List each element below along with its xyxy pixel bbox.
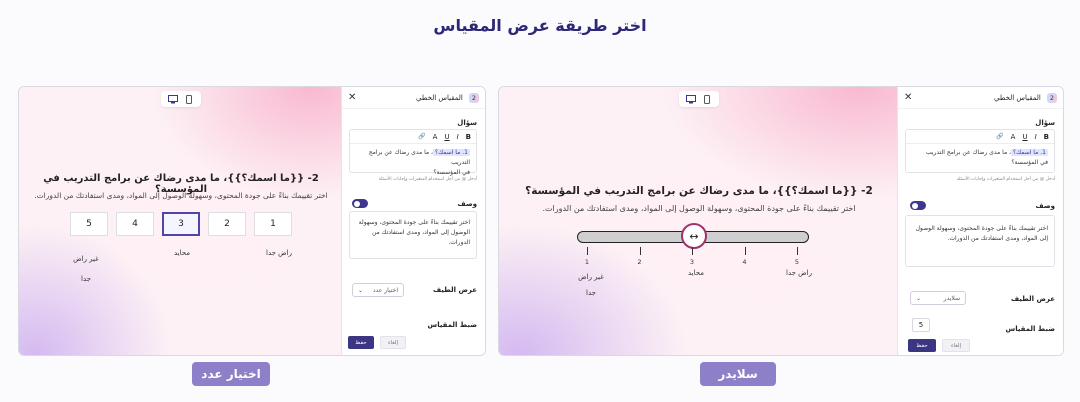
slider-tick <box>797 247 798 255</box>
slider-tick <box>587 247 588 255</box>
desktop-icon[interactable] <box>685 93 697 105</box>
number-options: 1 2 3 4 5 <box>19 212 343 236</box>
editor-content: 1. ما اسمك؟، ما مدى رضاك عن برامج التدري… <box>925 149 1048 166</box>
slider-tick-label: 3 <box>689 258 695 266</box>
panel-title: المقياس الخطي <box>994 93 1041 102</box>
question-label: سؤال <box>1035 119 1055 127</box>
label-high: راض جدا <box>266 249 292 257</box>
save-button[interactable]: حفظ <box>908 339 936 352</box>
question-text: 2- {{ما اسمك؟}}، ما مدى رضاك عن برامج ال… <box>525 185 873 197</box>
save-button[interactable]: حفظ <box>348 336 374 349</box>
cancel-button[interactable]: إلغاء <box>942 339 970 352</box>
double-arrow-icon: ↔ <box>689 229 699 243</box>
preview-area: 2- {{ما اسمك؟}}، ما مدى رضاك عن برامج ال… <box>499 87 899 355</box>
number-option-4[interactable]: 4 <box>116 212 154 236</box>
description-label: وصف <box>1035 202 1055 210</box>
label-mid: محايد <box>173 249 191 257</box>
slider-tick <box>639 247 641 255</box>
underline-icon[interactable]: U <box>444 133 449 141</box>
chevron-down-icon: ⌄ <box>916 294 922 302</box>
caption-slider: سلايدر <box>700 362 776 386</box>
description-editor[interactable]: اختر تقييمك بناءً على جودة المحتوى، وسهو… <box>349 211 477 259</box>
italic-icon[interactable]: I <box>1035 133 1037 141</box>
desktop-icon[interactable] <box>167 93 179 105</box>
description-toggle[interactable] <box>352 199 368 208</box>
description-text: اختر تقييمك بناءً على جودة المحتوى، وسهو… <box>915 225 1048 242</box>
link-icon[interactable]: 🔗 <box>996 133 1003 140</box>
range-label: عرض الطيف <box>432 286 477 294</box>
mobile-icon[interactable] <box>183 93 195 105</box>
number-option-2[interactable]: 2 <box>208 212 246 236</box>
page-title: اختر طريقة عرض المقياس <box>433 16 647 35</box>
editor-hint: أدخل @ من أجل استخدام المتغيرات وإجابات … <box>378 177 477 182</box>
bold-icon[interactable]: B <box>1044 133 1049 141</box>
label-high: راض جدا <box>786 269 812 277</box>
panel-title: المقياس الخطي <box>416 93 463 102</box>
settings-panel: 2 المقياس الخطي ✕ سؤال B I U A 🔗 1. ما ا… <box>897 87 1063 355</box>
question-number-badge: 2 <box>468 92 479 103</box>
slider-tick-label: 4 <box>742 258 747 266</box>
device-toggle <box>161 91 201 107</box>
variable-chip[interactable]: 1. ما اسمك؟ <box>433 149 470 156</box>
link-icon[interactable]: 🔗 <box>418 133 425 140</box>
number-choice-card: 2- {{ما اسمك؟}}، ما مدى رضاك عن برامج ال… <box>18 86 486 356</box>
slider-tick <box>692 247 693 255</box>
question-label: سؤال <box>457 119 477 127</box>
font-size-icon[interactable]: A <box>433 133 438 141</box>
scale-settings-label: ضبط المقياس <box>1005 325 1055 333</box>
cancel-button[interactable]: إلغاء <box>380 336 406 349</box>
italic-icon[interactable]: I <box>457 133 459 141</box>
description-toggle[interactable] <box>910 201 926 210</box>
slider-tick-label: 1 <box>584 258 590 266</box>
slider-tick-label: 5 <box>794 258 800 266</box>
editor-toolbar: B I U A 🔗 <box>350 130 476 144</box>
slider-tick-label: 2 <box>637 258 642 266</box>
label-mid: محايد <box>687 269 705 277</box>
variable-chip[interactable]: 1. ما اسمك؟ <box>1011 149 1048 156</box>
question-number-badge: 2 <box>1046 92 1057 103</box>
question-editor[interactable]: B I U A 🔗 1. ما اسمك؟، ما مدى رضاك عن بر… <box>905 129 1055 173</box>
underline-icon[interactable]: U <box>1022 133 1027 141</box>
preview-area: 2- {{ما اسمك؟}}، ما مدى رضاك عن برامج ال… <box>19 87 343 355</box>
settings-panel: 2 المقياس الخطي ✕ سؤال B I U A 🔗 1. ما ا… <box>341 87 485 355</box>
scale-settings-label: ضبط المقياس <box>427 321 477 329</box>
font-size-icon[interactable]: A <box>1011 133 1016 141</box>
mobile-icon[interactable] <box>701 93 713 105</box>
range-select[interactable]: اختيار عدد ⌄ <box>352 283 404 297</box>
slider-handle[interactable]: ↔ <box>681 223 707 249</box>
description-text: اختر تقييمك بناءً على جودة المحتوى، وسهو… <box>358 219 470 246</box>
description-label: وصف <box>457 200 477 208</box>
caption-number-choice: اختيار عدد <box>192 362 270 386</box>
editor-hint: أدخل @ من أجل استخدام المتغيرات وإجابات … <box>956 177 1055 182</box>
close-icon[interactable]: ✕ <box>348 92 356 103</box>
question-description: اختر تقييمك بناءً على جودة المحتوى، وسهو… <box>542 204 856 213</box>
question-description: اختر تقييمك بناءً على جودة المحتوى، وسهو… <box>34 191 328 200</box>
range-label: عرض الطيف <box>1010 295 1055 303</box>
number-option-3[interactable]: 3 <box>162 212 200 236</box>
description-editor[interactable]: اختر تقييمك بناءً على جودة المحتوى، وسهو… <box>905 215 1055 267</box>
chevron-down-icon: ⌄ <box>358 286 364 294</box>
range-select[interactable]: سلايدر ⌄ <box>910 291 966 305</box>
slider-tick <box>744 247 746 255</box>
close-icon[interactable]: ✕ <box>904 92 912 103</box>
panel-header: 2 المقياس الخطي ✕ <box>898 87 1063 109</box>
question-editor[interactable]: B I U A 🔗 1. ما اسمك؟، ما مدى رضاك عن بر… <box>349 129 477 176</box>
device-toggle <box>679 91 719 107</box>
number-option-5[interactable]: 5 <box>70 212 108 236</box>
panel-header: 2 المقياس الخطي ✕ <box>342 87 485 109</box>
editor-toolbar: B I U A 🔗 <box>906 130 1054 144</box>
number-option-1[interactable]: 1 <box>254 212 292 236</box>
scale-size-input[interactable]: 5 <box>912 318 930 332</box>
label-low: غير راض جدا <box>73 255 99 283</box>
slider-card: 2- {{ما اسمك؟}}، ما مدى رضاك عن برامج ال… <box>498 86 1064 356</box>
label-low: غير راض جدا <box>578 273 604 297</box>
bold-icon[interactable]: B <box>466 133 471 141</box>
